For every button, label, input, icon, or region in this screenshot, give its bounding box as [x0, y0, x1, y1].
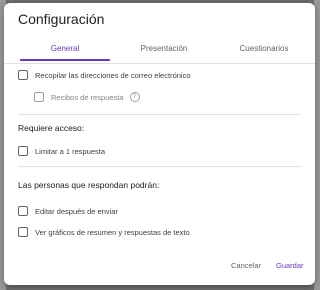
response-receipts-option[interactable]: Recibos de respuesta ? — [34, 90, 140, 104]
settings-dialog: Configuración General Presentación Cuest… — [4, 3, 315, 285]
see-summary-charts-checkbox[interactable] — [18, 227, 28, 237]
see-summary-charts-label: Ver gráficos de resumen y respuestas de … — [35, 227, 190, 237]
question-circle-icon[interactable]: ? — [129, 92, 140, 102]
limit-one-response-label: Limitar a 1 respuesta — [35, 146, 106, 156]
edit-after-submit-label: Editar después de enviar — [35, 206, 118, 216]
limit-one-response-option[interactable]: Limitar a 1 respuesta — [18, 144, 105, 158]
collect-emails-label: Recopilar las direcciones de correo elec… — [35, 70, 191, 80]
respondents-can-title: Las personas que respondan podrán: — [18, 180, 160, 190]
requires-access-title: Requiere acceso: — [18, 123, 85, 133]
tab-general[interactable]: General — [20, 41, 110, 61]
collect-emails-checkbox[interactable] — [18, 70, 28, 80]
response-receipts-checkbox[interactable] — [34, 92, 44, 102]
response-receipts-label: Recibos de respuesta — [51, 92, 124, 102]
active-tab-indicator — [20, 59, 110, 61]
section-divider — [18, 166, 301, 167]
limit-one-response-checkbox[interactable] — [18, 146, 28, 156]
edit-after-submit-option[interactable]: Editar después de enviar — [18, 204, 118, 218]
tab-quizzes[interactable]: Cuestionarios — [219, 41, 309, 61]
section-divider — [18, 114, 301, 115]
dialog-title: Configuración — [18, 11, 105, 27]
tab-presentation[interactable]: Presentación — [119, 41, 209, 61]
tabs-divider — [4, 63, 315, 64]
see-summary-charts-option[interactable]: Ver gráficos de resumen y respuestas de … — [18, 225, 190, 239]
edit-after-submit-checkbox[interactable] — [18, 206, 28, 216]
settings-tabs: General Presentación Cuestionarios — [4, 41, 315, 63]
cancel-button[interactable]: Cancelar — [231, 261, 261, 270]
collect-emails-option[interactable]: Recopilar las direcciones de correo elec… — [18, 68, 191, 82]
save-button[interactable]: Guardar — [276, 261, 304, 270]
